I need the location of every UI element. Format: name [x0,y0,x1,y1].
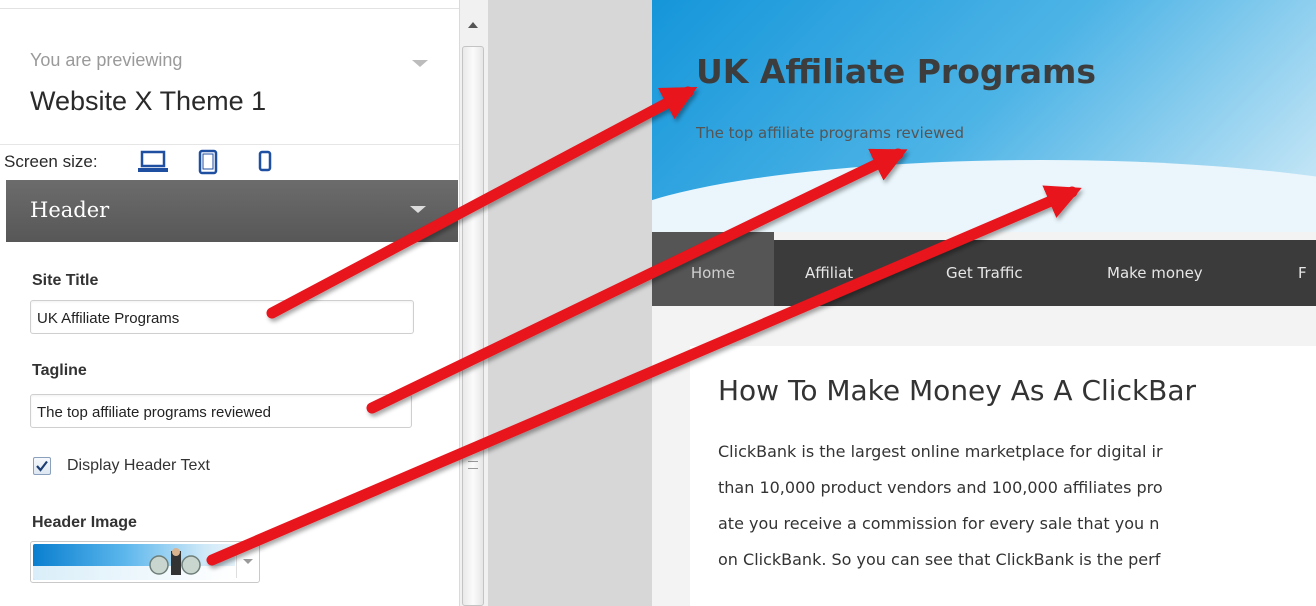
chevron-down-icon[interactable] [412,60,428,67]
header-section-title: Header [30,198,110,222]
checkmark-icon [36,460,48,472]
top-border [0,8,460,9]
nav-item-home[interactable]: Home [652,232,774,306]
tablet-icon[interactable] [197,149,219,177]
nav-item-affiliate[interactable]: Affiliat [805,240,853,306]
divider [0,144,460,145]
desktop-icon[interactable] [137,149,169,175]
theme-name: Website X Theme 1 [30,86,267,116]
display-header-text-checkbox[interactable] [33,457,51,475]
screen-size-label: Screen size: [4,152,98,171]
header-image-select[interactable] [30,541,260,583]
display-header-text-label: Display Header Text [67,457,210,474]
nav-item-more[interactable]: F [1298,240,1307,306]
site-nav: Home Affiliat Get Traffic Make money F [652,232,1316,306]
post-text-line: on ClickBank. So you can see that ClickB… [718,550,1161,569]
post-content: How To Make Money As A ClickBar ClickBan… [690,346,1316,606]
tagline-input[interactable]: The top affiliate programs reviewed [30,394,412,428]
money-image-icon [149,548,201,575]
customizer-panel: You are previewing Website X Theme 1 Scr… [0,0,460,606]
panel-scrollbar[interactable] [459,0,488,606]
header-image-label: Header Image [32,514,137,531]
tagline-label: Tagline [32,362,87,379]
site-header-image: UK Affiliate Programs The top affiliate … [652,0,1316,232]
header-image-thumbnail [33,544,235,580]
chevron-down-icon [410,206,426,213]
select-separator [236,546,237,578]
nav-item-make-money[interactable]: Make money [1107,240,1203,306]
post-text-line: ClickBank is the largest online marketpl… [718,442,1163,461]
mobile-icon[interactable] [257,149,273,175]
site-title-input[interactable]: UK Affiliate Programs [30,300,414,334]
nav-item-get-traffic[interactable]: Get Traffic [946,240,1023,306]
post-text-line: ate you receive a commission for every s… [718,514,1160,533]
site-preview: UK Affiliate Programs The top affiliate … [652,0,1316,606]
chevron-down-icon [243,559,253,564]
site-title[interactable]: UK Affiliate Programs [696,52,1096,91]
site-title-label: Site Title [32,272,99,289]
grip-icon [468,461,478,469]
site-tagline: The top affiliate programs reviewed [696,124,965,142]
post-title[interactable]: How To Make Money As A ClickBar [718,374,1196,407]
post-text-line: than 10,000 product vendors and 100,000 … [718,478,1163,497]
preview-label: You are previewing [30,50,183,70]
scroll-thumb[interactable] [462,46,484,606]
preview-gutter [488,0,652,606]
scroll-up-arrow-icon[interactable] [468,22,478,28]
header-glare [652,160,1316,232]
header-section-toggle[interactable]: Header [6,180,458,242]
